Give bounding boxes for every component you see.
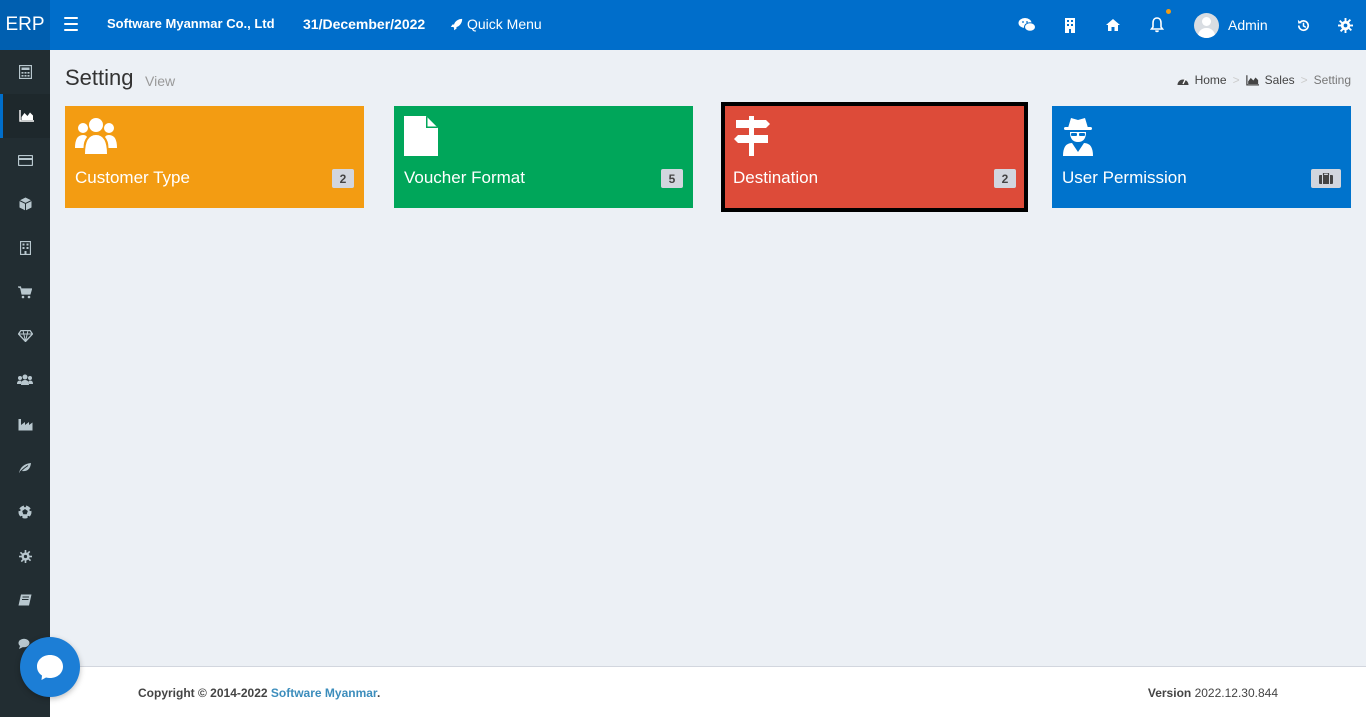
version-info: Version 2022.12.30.844	[1148, 686, 1278, 700]
breadcrumb: Home > Sales > Setting	[1177, 73, 1351, 87]
page-subtitle: View	[145, 73, 176, 89]
breadcrumb-separator: >	[1300, 73, 1308, 87]
file-icon	[404, 116, 446, 158]
breadcrumb-sales[interactable]: Sales	[1245, 73, 1295, 87]
briefcase-icon	[1319, 173, 1333, 184]
user-name[interactable]: Admin	[1228, 17, 1268, 33]
breadcrumb-home[interactable]: Home	[1177, 73, 1227, 87]
top-navbar: ERP Software Myanmar Co., Ltd 31/Decembe…	[0, 0, 1366, 50]
company-name[interactable]: Software Myanmar Co., Ltd	[107, 16, 275, 31]
breadcrumb-separator: >	[1232, 73, 1240, 87]
sidebar-item-leaf[interactable]	[0, 446, 50, 490]
credit-card-icon	[17, 154, 33, 166]
sidebar-item-product[interactable]	[0, 182, 50, 226]
sidebar-item-card[interactable]	[0, 138, 50, 182]
company-link[interactable]: Software Myanmar	[271, 686, 377, 700]
tile-customer-type[interactable]: Customer Type 2	[65, 106, 364, 208]
book-icon	[18, 594, 32, 606]
tile-label: Customer Type	[75, 168, 190, 187]
quick-menu-label: Quick Menu	[467, 16, 542, 32]
chat-bubble-icon	[37, 655, 63, 680]
users-icon	[75, 116, 117, 158]
sidebar-toggle-icon[interactable]	[64, 17, 78, 31]
copyright-text: Copyright © 2014-2022	[138, 686, 271, 700]
user-secret-icon	[1062, 116, 1104, 158]
soccer-ball-icon	[18, 505, 32, 519]
tile-count-badge: 2	[332, 169, 354, 188]
current-date[interactable]: 31/December/2022	[303, 16, 425, 32]
version-label: Version	[1147, 686, 1192, 700]
tile-label: Voucher Format	[404, 168, 525, 187]
page-title: Setting	[65, 65, 134, 90]
cart-icon	[18, 285, 32, 298]
chat-widget-button[interactable]	[20, 637, 80, 697]
sidebar-item-settings[interactable]	[0, 534, 50, 578]
tile-count-badge	[1311, 169, 1341, 188]
sidebar-item-book[interactable]	[0, 578, 50, 622]
calculator-icon	[18, 65, 32, 79]
tile-label: User Permission	[1062, 168, 1187, 187]
bell-icon[interactable]	[1147, 15, 1167, 35]
tile-label: Destination	[733, 168, 819, 187]
leaf-icon	[19, 463, 31, 473]
sidebar-item-calculator[interactable]	[0, 50, 50, 94]
app-logo[interactable]: ERP	[0, 0, 50, 50]
tile-voucher-format[interactable]: Voucher Format 5	[394, 106, 693, 208]
dashboard-icon	[1177, 78, 1189, 85]
sidebar-item-diamond[interactable]	[0, 314, 50, 358]
sidebar-item-sales[interactable]	[0, 94, 50, 138]
tile-destination[interactable]: Destination 2	[721, 102, 1028, 212]
diamond-icon	[17, 330, 33, 342]
sidebar-item-cart[interactable]	[0, 270, 50, 314]
breadcrumb-home-label: Home	[1194, 73, 1227, 87]
history-icon[interactable]	[1293, 15, 1313, 35]
breadcrumb-current: Setting	[1313, 73, 1351, 87]
gear-icon	[18, 549, 32, 563]
copyright-suffix: .	[376, 686, 381, 700]
tile-user-permission[interactable]: User Permission	[1052, 106, 1351, 208]
sidebar-item-ball[interactable]	[0, 490, 50, 534]
area-chart-icon	[19, 110, 34, 122]
tile-count-badge: 5	[661, 169, 683, 188]
area-chart-icon	[1245, 74, 1259, 85]
wechat-icon[interactable]	[1017, 15, 1037, 35]
building-icon[interactable]	[1060, 15, 1080, 35]
sidebar	[0, 50, 50, 717]
sidebar-item-industry[interactable]	[0, 402, 50, 446]
copyright: Copyright © 2014-2022 Software Myanmar.	[138, 686, 380, 700]
notification-badge	[1166, 9, 1171, 14]
tile-count-badge: 2	[994, 169, 1016, 188]
signpost-icon	[733, 116, 775, 158]
rocket-icon	[450, 18, 463, 30]
sidebar-item-users[interactable]	[0, 358, 50, 402]
version-value: 2022.12.30.844	[1194, 686, 1278, 700]
breadcrumb-sales-label: Sales	[1264, 73, 1295, 87]
building-icon	[19, 241, 31, 255]
industry-icon	[18, 418, 32, 430]
avatar[interactable]	[1194, 13, 1219, 38]
users-icon	[17, 374, 33, 385]
sidebar-item-building[interactable]	[0, 226, 50, 270]
home-icon[interactable]	[1103, 15, 1123, 35]
footer: Copyright © 2014-2022 Software Myanmar. …	[50, 666, 1366, 717]
gear-icon[interactable]	[1335, 15, 1355, 35]
cube-icon	[18, 197, 32, 211]
quick-menu-link[interactable]: Quick Menu	[450, 16, 542, 32]
